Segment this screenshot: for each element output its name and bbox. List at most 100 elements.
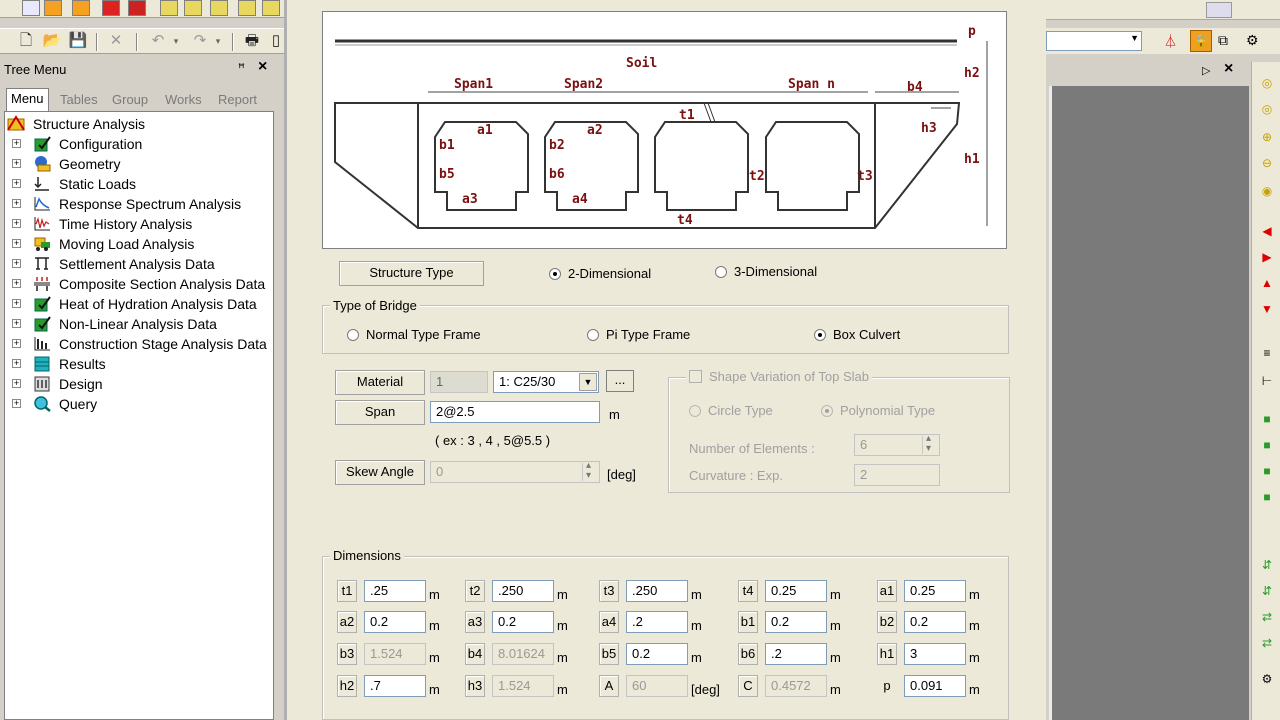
radio-button[interactable]	[821, 404, 833, 417]
dim-input-b1[interactable]: 0.2	[765, 611, 827, 633]
settings-icon[interactable]: ⚙	[1259, 672, 1275, 686]
red-support-icon[interactable]	[128, 0, 146, 16]
span-input[interactable]: 2@2.5	[430, 401, 600, 423]
radio-circle-type[interactable]: Circle Type	[689, 403, 773, 418]
expand-icon[interactable]: +	[12, 159, 21, 168]
tab-menu[interactable]: Menu	[6, 88, 49, 112]
redo-dropdown-icon[interactable]: ▾	[208, 32, 228, 50]
dim-input-A[interactable]: 60	[626, 675, 688, 697]
red-box-icon[interactable]	[102, 0, 120, 16]
tree-item-configuration[interactable]: + Configuration	[5, 134, 273, 154]
expand-icon[interactable]: +	[12, 339, 21, 348]
expand-icon[interactable]: +	[12, 379, 21, 388]
zoom-in-icon[interactable]: ⊕	[1259, 130, 1275, 144]
redo-icon[interactable]: ↷	[190, 32, 210, 50]
radio-button[interactable]	[715, 265, 727, 278]
tree-item-settlement[interactable]: + Settlement Analysis Data	[5, 254, 273, 274]
view-box-2-icon[interactable]: ■	[1259, 438, 1275, 452]
dim-input-a4[interactable]: .2	[626, 611, 688, 633]
zoom-out-icon[interactable]: ⊖	[1259, 156, 1275, 170]
tree-item-time-history[interactable]: + Time History Analysis	[5, 214, 273, 234]
tree-item-query[interactable]: + Query	[5, 394, 273, 414]
skew-angle-input[interactable]: 0	[430, 461, 600, 483]
dim-input-t3[interactable]: .250	[626, 580, 688, 602]
expand-icon[interactable]: +	[12, 279, 21, 288]
radio-pi-type-frame[interactable]: Pi Type Frame	[587, 327, 690, 342]
rotate-1-icon[interactable]: ⇵	[1259, 558, 1275, 572]
radio-button[interactable]	[689, 404, 701, 417]
expand-icon[interactable]: +	[12, 299, 21, 308]
pin-icon[interactable]: ꟸ	[238, 61, 245, 75]
radio-normal-type-frame[interactable]: Normal Type Frame	[347, 327, 481, 342]
spin-arrows-icon[interactable]	[922, 435, 938, 454]
expand-icon[interactable]: +	[12, 199, 21, 208]
undo-dropdown-icon[interactable]: ▾	[166, 32, 186, 50]
pan-down-icon[interactable]: ▼	[1259, 302, 1275, 316]
tool-button-icon[interactable]	[1206, 2, 1232, 18]
cut-icon[interactable]: ✕	[106, 32, 126, 50]
dim-input-t4[interactable]: 0.25	[765, 580, 827, 602]
radio-button[interactable]	[587, 328, 599, 341]
tree-item-moving-load[interactable]: + Moving Load Analysis	[5, 234, 273, 254]
expand-icon[interactable]: +	[12, 239, 21, 248]
yellow-tool-2-icon[interactable]	[184, 0, 202, 16]
tree-item-results[interactable]: + Results	[5, 354, 273, 374]
dim-input-b5[interactable]: 0.2	[626, 643, 688, 665]
dim-input-b4[interactable]: 8.01624	[492, 643, 554, 665]
radio-button[interactable]	[347, 328, 359, 341]
view-box-1-icon[interactable]: ■	[1259, 412, 1275, 426]
dim-input-a3[interactable]: 0.2	[492, 611, 554, 633]
close-icon[interactable]: ×	[1224, 60, 1233, 78]
expand-icon[interactable]: +	[12, 219, 21, 228]
model-view-canvas[interactable]	[1049, 86, 1249, 720]
tree-item-heat-of-hydration[interactable]: + Heat of Hydration Analysis Data	[5, 294, 273, 314]
expand-icon[interactable]: +	[12, 399, 21, 408]
grid-icon[interactable]: ≡	[1259, 346, 1275, 360]
expand-icon[interactable]: +	[12, 359, 21, 368]
dim-input-h2[interactable]: .7	[364, 675, 426, 697]
graph-icon[interactable]: ⏃	[1164, 31, 1184, 49]
tree-item-response-spectrum[interactable]: + Response Spectrum Analysis	[5, 194, 273, 214]
pan-left-icon[interactable]: ◀	[1259, 224, 1275, 238]
radio-3-dimensional[interactable]: 3-Dimensional	[715, 264, 817, 279]
tree-item-design[interactable]: + Design	[5, 374, 273, 394]
lock-icon[interactable]: 🔒	[1190, 30, 1212, 52]
tree-item-composite-section[interactable]: + Composite Section Analysis Data	[5, 274, 273, 294]
tree-item-non-linear[interactable]: + Non-Linear Analysis Data	[5, 314, 273, 334]
dim-input-b6[interactable]: .2	[765, 643, 827, 665]
node-icon[interactable]	[22, 0, 40, 16]
open-folder-icon[interactable]: 📂	[42, 32, 62, 50]
expand-icon[interactable]: +	[12, 139, 21, 148]
dim-input-t1[interactable]: .25	[364, 580, 426, 602]
pan-right-icon[interactable]: ▶	[1259, 250, 1275, 264]
tree-item-geometry[interactable]: + Geometry	[5, 154, 273, 174]
magic-icon[interactable]: ⚙	[1246, 32, 1259, 49]
tree-item-static-loads[interactable]: + Static Loads	[5, 174, 273, 194]
pan-up-icon[interactable]: ▲	[1259, 276, 1275, 290]
expand-icon[interactable]: +	[12, 179, 21, 188]
rotate-3-icon[interactable]: ⇄	[1259, 610, 1275, 624]
radio-polynomial-type[interactable]: Polynomial Type	[821, 403, 935, 418]
material-more-button[interactable]: ...	[606, 370, 634, 392]
zoom-all-icon[interactable]: ◉	[1259, 184, 1275, 198]
dim-input-b3[interactable]: 1.524	[364, 643, 426, 665]
pencil-icon[interactable]	[44, 0, 62, 16]
tab-report[interactable]: Report	[214, 90, 261, 111]
shape-variation-checkbox[interactable]: Shape Variation of Top Slab	[686, 369, 872, 384]
print-icon[interactable]: 🖶	[242, 32, 262, 50]
copy-icon[interactable]: ⧉	[1218, 32, 1228, 49]
rotate-2-icon[interactable]: ⇵	[1259, 584, 1275, 598]
combo-box[interactable]: ▼	[1046, 31, 1142, 51]
tree-root-structure-analysis[interactable]: Structure Analysis	[5, 114, 273, 134]
tab-tables[interactable]: Tables	[56, 90, 102, 111]
radio-button[interactable]	[814, 328, 826, 341]
new-file-icon[interactable]: 🗋	[16, 32, 36, 50]
view-box-3-icon[interactable]: ■	[1259, 464, 1275, 478]
tab-group[interactable]: Group	[108, 90, 152, 111]
close-icon[interactable]: ×	[258, 58, 267, 76]
expand-icon[interactable]: +	[12, 259, 21, 268]
yellow-tool-icon[interactable]	[160, 0, 178, 16]
rotate-4-icon[interactable]: ⇄	[1259, 636, 1275, 650]
chevron-down-icon[interactable]: ▼	[1130, 33, 1139, 43]
radio-box-culvert[interactable]: Box Culvert	[814, 327, 900, 342]
